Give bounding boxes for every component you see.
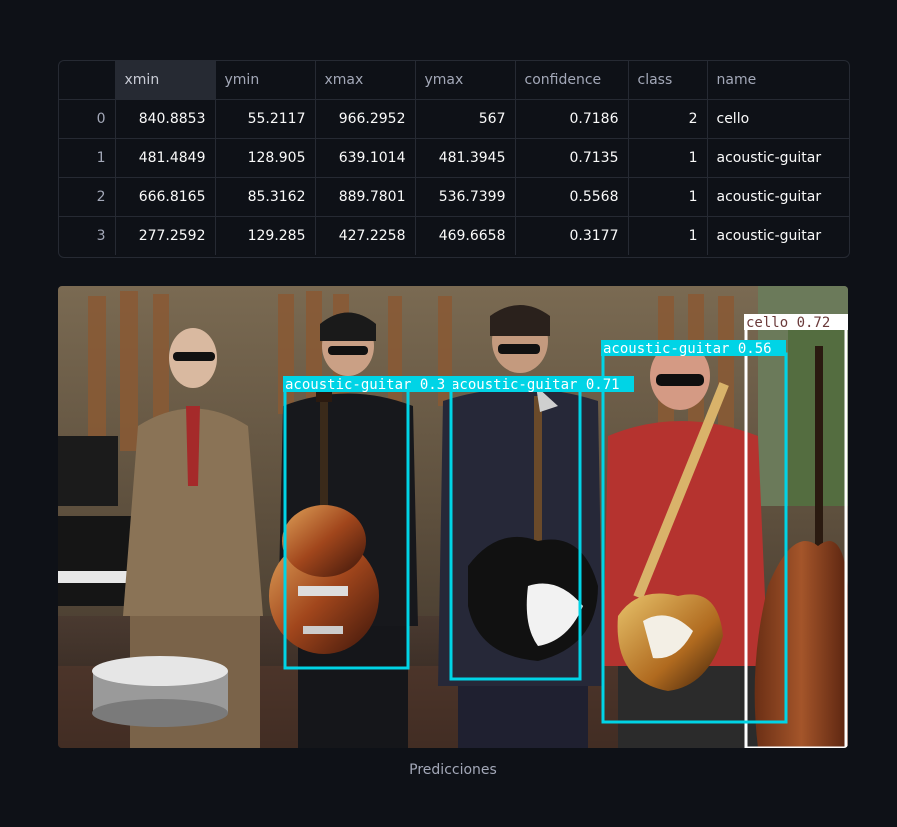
cell-confidence[interactable]: 0.3177 [515,216,629,255]
results-table: xmin ymin xmax ymax confidence class nam… [59,61,849,255]
cell-xmax[interactable]: 966.2952 [315,99,416,139]
column-header-confidence[interactable]: confidence [515,61,629,100]
cell-ymax[interactable]: 536.7399 [415,177,516,217]
cell-xmax[interactable]: 889.7801 [315,177,416,217]
column-header-class[interactable]: class [628,61,708,100]
cell-index[interactable]: 0 [59,99,116,139]
detection-canvas: cello 0.72 acoustic-guitar 0.56 acoustic… [58,286,848,748]
cell-xmax[interactable]: 427.2258 [315,216,416,255]
column-header-ymax[interactable]: ymax [415,61,516,100]
cell-ymin[interactable]: 55.2117 [215,99,316,139]
detection-label: cello 0.72 [746,315,830,331]
cell-name[interactable]: acoustic-guitar [707,217,849,256]
cell-confidence[interactable]: 0.5568 [515,177,629,217]
cell-index[interactable]: 3 [59,216,116,255]
cell-xmin[interactable]: 666.8165 [115,177,216,217]
prediction-image: cello 0.72 acoustic-guitar 0.56 acoustic… [58,286,848,748]
column-header-xmax[interactable]: xmax [315,61,416,100]
table-header-row: xmin ymin xmax ymax confidence class nam… [59,61,849,100]
cell-xmin[interactable]: 840.8853 [115,99,216,139]
cell-ymax[interactable]: 567 [415,99,516,139]
cell-class[interactable]: 2 [628,99,708,139]
column-header-ymin[interactable]: ymin [215,61,316,100]
cell-ymin[interactable]: 129.285 [215,216,316,255]
cell-index[interactable]: 1 [59,138,116,178]
cell-name[interactable]: cello [707,99,849,139]
column-header-index[interactable] [59,61,116,100]
detection-label: acoustic-guitar 0.56 [603,341,772,357]
cell-class[interactable]: 1 [628,216,708,255]
cell-index[interactable]: 2 [59,177,116,217]
table-row: 1 481.4849 128.905 639.1014 481.3945 0.7… [59,138,849,178]
table-row: 2 666.8165 85.3162 889.7801 536.7399 0.5… [59,177,849,217]
cell-ymin[interactable]: 128.905 [215,138,316,178]
results-dataframe[interactable]: xmin ymin xmax ymax confidence class nam… [58,60,850,258]
table-row: 3 277.2592 129.285 427.2258 469.6658 0.3… [59,216,849,256]
snare-drum [92,656,228,727]
table-row: 0 840.8853 55.2117 966.2952 567 0.7186 2… [59,99,849,139]
detection-label: acoustic-guitar 0.3 [285,377,445,393]
cell-class[interactable]: 1 [628,177,708,217]
cell-ymin[interactable]: 85.3162 [215,177,316,217]
cell-name[interactable]: acoustic-guitar [707,138,849,178]
column-header-xmin[interactable]: xmin [115,61,216,100]
column-header-name[interactable]: name [707,61,849,100]
cell-xmin[interactable]: 481.4849 [115,138,216,178]
detection-label: acoustic-guitar 0.71 [451,377,620,393]
cell-name[interactable]: acoustic-guitar [707,177,849,217]
cell-confidence[interactable]: 0.7135 [515,138,629,178]
cell-class[interactable]: 1 [628,138,708,178]
cell-xmin[interactable]: 277.2592 [115,216,216,255]
cell-confidence[interactable]: 0.7186 [515,99,629,139]
cell-ymax[interactable]: 481.3945 [415,138,516,178]
cell-xmax[interactable]: 639.1014 [315,138,416,178]
image-caption: Predicciones [409,762,497,778]
cell-ymax[interactable]: 469.6658 [415,216,516,255]
